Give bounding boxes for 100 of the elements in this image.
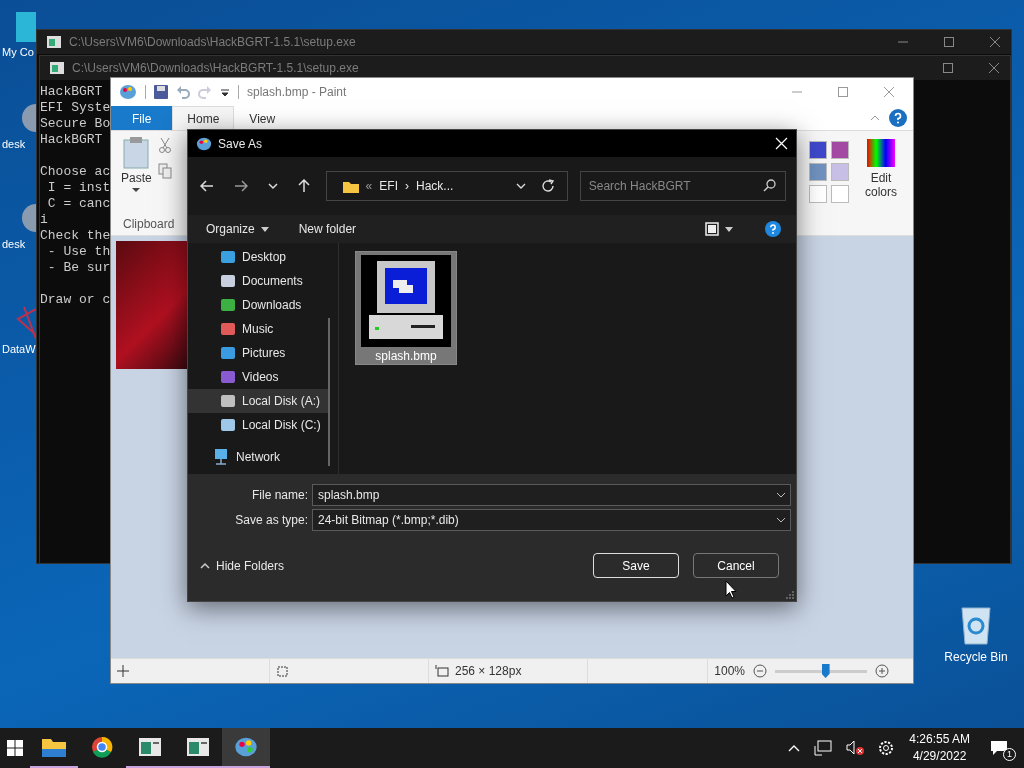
- sidebar-item[interactable]: Network: [188, 445, 330, 469]
- chevron-down-icon[interactable]: [776, 516, 786, 524]
- ribbon-tab[interactable]: File: [111, 106, 173, 130]
- up-arrow-icon[interactable]: [297, 179, 310, 193]
- console-line: HackBGRT: [40, 84, 103, 100]
- console-icon: [50, 62, 64, 74]
- help-icon[interactable]: [765, 221, 781, 237]
- muted-speaker-icon[interactable]: [846, 740, 865, 756]
- save-button[interactable]: Save: [593, 553, 679, 578]
- file-tile[interactable]: splash.bmp: [355, 251, 457, 365]
- scissors-icon[interactable]: [157, 137, 172, 153]
- chevron-down-icon[interactable]: [515, 182, 526, 190]
- address-bar[interactable]: « EFI › Hack...: [325, 171, 568, 201]
- chevron-down-icon[interactable]: [776, 491, 786, 499]
- overflow-chevron[interactable]: «: [365, 179, 373, 193]
- sidebar-item[interactable]: Desktop: [188, 245, 330, 269]
- desktop-icon-label[interactable]: Recycle Bin: [944, 650, 1008, 664]
- caret-icon[interactable]: [725, 226, 733, 232]
- caret-icon[interactable]: [132, 187, 141, 193]
- color-swatch[interactable]: [831, 185, 849, 203]
- forward-arrow-icon[interactable]: [233, 180, 248, 192]
- console-line: Choose ac: [40, 164, 111, 180]
- sidebar-item[interactable]: Music: [188, 317, 330, 341]
- window-title: C:\Users\VM6\Downloads\HackBGRT-1.5.1\setup.exe: [69, 35, 356, 49]
- clock-date[interactable]: 4/29/2022: [912, 748, 967, 765]
- paste-button[interactable]: Paste: [121, 171, 152, 185]
- search-field[interactable]: Search HackBGRT: [579, 171, 787, 201]
- edit-colors-button[interactable]: Edit colors: [861, 171, 901, 199]
- mouse-cursor-icon: [725, 580, 737, 599]
- caret-icon[interactable]: [260, 226, 269, 232]
- music-icon: [220, 321, 236, 337]
- settings-icon[interactable]: [878, 740, 895, 756]
- hide-folders-button[interactable]: Hide Folders: [200, 558, 285, 573]
- file-name-field[interactable]: splash.bmp: [312, 484, 791, 506]
- notification-icon[interactable]: [990, 740, 1008, 756]
- console-line: I = inst: [46, 180, 111, 196]
- desktop-icon-label[interactable]: DataW: [2, 343, 36, 355]
- network-icon[interactable]: [814, 740, 833, 756]
- clipboard-icon[interactable]: [123, 137, 150, 169]
- maximize-icon[interactable]: [942, 62, 954, 74]
- ribbon-tab[interactable]: Home: [172, 106, 235, 130]
- window-title: C:\Users\VM6\Downloads\HackBGRT-1.5.1\setup.exe: [72, 61, 359, 75]
- console-icon: [47, 36, 61, 48]
- sidebar-item[interactable]: Local Disk (C:): [188, 413, 330, 437]
- field-label: File name:: [250, 488, 308, 502]
- palette-icon: [119, 84, 137, 100]
- color-spectrum-icon[interactable]: [867, 139, 895, 167]
- ribbon-tab[interactable]: View: [234, 106, 291, 130]
- selection-icon: [276, 664, 289, 678]
- color-swatch[interactable]: [831, 163, 849, 181]
- notification-count: 1: [1003, 748, 1016, 761]
- chevron-up-icon: [200, 562, 210, 569]
- pictures-icon: [220, 345, 236, 361]
- zoom-level: 100%: [714, 664, 745, 678]
- resize-grip-icon[interactable]: [786, 591, 794, 599]
- console-line: - Use th: [46, 244, 111, 260]
- cancel-button[interactable]: Cancel: [693, 553, 779, 578]
- view-icon[interactable]: [705, 222, 719, 236]
- sidebar-item[interactable]: Downloads: [188, 293, 330, 317]
- field-label: Save as type:: [234, 513, 308, 527]
- color-swatch[interactable]: [809, 185, 827, 203]
- chevron-down-icon[interactable]: [267, 182, 278, 190]
- downloads-icon: [220, 297, 236, 313]
- dropdown-icon[interactable]: [220, 87, 230, 97]
- console-line: - Be sur: [46, 260, 111, 276]
- zoom-in-icon[interactable]: [875, 664, 889, 678]
- new-folder-button[interactable]: New folder: [298, 222, 357, 236]
- palette-icon[interactable]: [222, 728, 270, 768]
- dialog-title: Save As: [218, 136, 263, 151]
- palette-icon: [196, 135, 212, 152]
- console-line: Check the: [40, 228, 111, 244]
- path-segment[interactable]: EFI: [379, 179, 398, 193]
- clock-time[interactable]: 4:26:55 AM: [909, 731, 970, 748]
- sidebar-item[interactable]: Local Disk (A:): [188, 389, 330, 413]
- sidebar-item[interactable]: Videos: [188, 365, 330, 389]
- sidebar-item[interactable]: Documents: [188, 269, 330, 293]
- back-arrow-icon[interactable]: [200, 180, 214, 192]
- zoom-out-icon[interactable]: [753, 664, 767, 678]
- windows-start-icon[interactable]: [7, 740, 23, 756]
- window-title: splash.bmp - Paint: [247, 85, 347, 99]
- color-swatch[interactable]: [809, 163, 827, 181]
- desktop-icon-label[interactable]: My Co: [2, 46, 34, 58]
- path-separator[interactable]: ›: [404, 179, 409, 193]
- save-icon[interactable]: [154, 85, 168, 99]
- sidebar-item[interactable]: Pictures: [188, 341, 330, 365]
- network-icon: [212, 448, 230, 466]
- desktop-icon-label[interactable]: desk: [2, 238, 26, 250]
- maximize-icon[interactable]: [837, 86, 849, 98]
- path-segment[interactable]: Hack...: [415, 179, 454, 193]
- image-size-icon: [435, 664, 449, 678]
- refresh-icon[interactable]: [540, 179, 555, 193]
- maximize-icon[interactable]: [943, 36, 955, 48]
- console-line: Draw or c: [40, 292, 111, 308]
- organize-menu[interactable]: Organize: [206, 222, 255, 236]
- file-type-dropdown[interactable]: 24-bit Bitmap (*.bmp;*.dib): [312, 509, 791, 531]
- chevron-up-icon[interactable]: [788, 744, 801, 752]
- color-swatch[interactable]: [831, 141, 849, 159]
- slider-thumb[interactable]: [821, 664, 830, 678]
- color-swatch[interactable]: [809, 141, 827, 159]
- desktop-icon-label[interactable]: desk: [2, 138, 26, 150]
